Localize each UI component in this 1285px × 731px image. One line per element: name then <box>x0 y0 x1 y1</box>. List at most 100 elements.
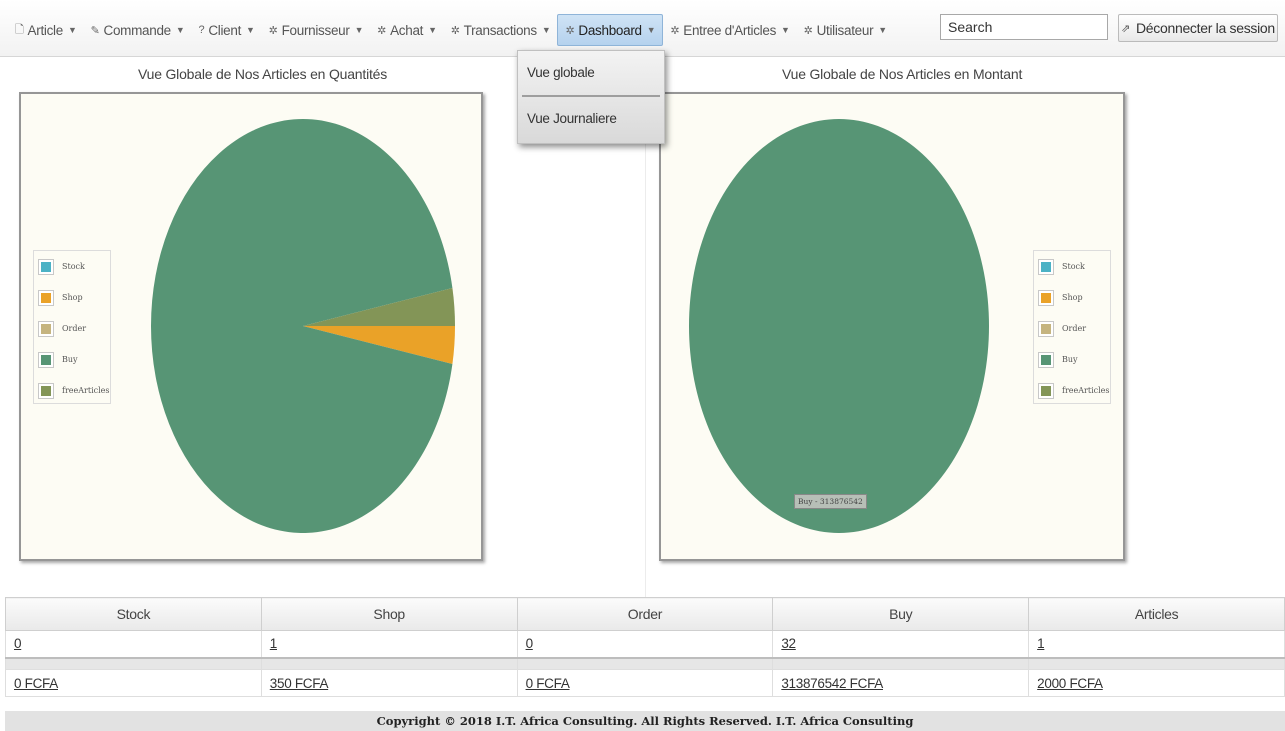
legend-item-order: Order <box>34 313 110 344</box>
legend-swatch <box>1038 289 1054 306</box>
legend-swatch <box>38 382 54 399</box>
right-chart-title: Vue Globale de Nos Articles en Montant <box>782 66 1023 82</box>
table-cell <box>1028 656 1285 670</box>
legend-item-shop: Shop <box>34 282 110 313</box>
quantity-chart-legend: Stock Shop Order Buy freeArticles <box>33 250 111 404</box>
legend-label: Buy <box>62 355 78 364</box>
gear-icon: ✲ <box>565 24 575 37</box>
left-chart-title: Vue Globale de Nos Articles en Quantités <box>138 66 388 82</box>
legend-item-freearticles: freeArticles <box>34 375 110 406</box>
legend-item-shop: Shop <box>1034 282 1110 313</box>
order-amount-link[interactable]: 0 FCFA <box>526 676 570 691</box>
table-cell: 2000 FCFA <box>1028 669 1285 697</box>
legend-label: Order <box>1062 324 1087 333</box>
legend-label: Shop <box>1062 293 1083 302</box>
logout-button[interactable]: ⇗ Déconnecter la session <box>1118 14 1278 42</box>
caret-down-icon: ▼ <box>541 25 551 35</box>
legend-item-order: Order <box>1034 313 1110 344</box>
col-header-shop: Shop <box>260 597 518 631</box>
dropdown-item-vue-journaliere[interactable]: Vue Journaliere <box>518 97 664 141</box>
legend-label: freeArticles <box>1062 386 1110 395</box>
menu-commande[interactable]: ✎ Commande ▼ <box>84 14 192 46</box>
table-cell: 0 <box>516 630 774 658</box>
legend-swatch <box>1038 382 1054 399</box>
table-cell: 0 <box>5 630 262 658</box>
caret-down-icon: ▼ <box>67 25 77 35</box>
order-count-link[interactable]: 0 <box>526 636 534 651</box>
caret-down-icon: ▼ <box>878 25 887 35</box>
gear-icon: ✲ <box>450 24 460 37</box>
quantity-pie-chart: Stock Shop Order Buy freeArticles <box>19 92 483 561</box>
legend-swatch <box>1038 351 1054 368</box>
gear-icon: ✲ <box>377 24 387 37</box>
menu-label: Commande <box>103 22 172 38</box>
dropdown-item-vue-globale[interactable]: Vue globale <box>518 51 664 95</box>
table-cell: 0 FCFA <box>5 669 262 697</box>
caret-down-icon: ▼ <box>354 25 364 35</box>
table-spacer-row <box>5 656 1285 670</box>
legend-swatch <box>38 320 54 337</box>
search-input[interactable] <box>940 14 1108 40</box>
table-cell <box>772 656 1030 670</box>
legend-label: Shop <box>62 293 83 302</box>
col-header-buy: Buy <box>772 597 1030 631</box>
menu-label: Dashboard <box>578 22 642 38</box>
document-icon: 🗋 <box>15 23 24 36</box>
stock-amount-link[interactable]: 0 FCFA <box>14 676 58 691</box>
amount-chart-legend: Stock Shop Order Buy freeArticles <box>1033 250 1111 404</box>
articles-amount-link[interactable]: 2000 FCFA <box>1037 676 1103 691</box>
menu-dashboard[interactable]: ✲ Dashboard ▼ <box>557 14 664 46</box>
table-header-row: Stock Shop Order Buy Articles <box>5 597 1285 631</box>
buy-amount-link[interactable]: 313876542 FCFA <box>781 676 883 691</box>
menu-label: Entree d'Articles <box>683 22 777 38</box>
menu-utilisateur[interactable]: ✲ Utilisateur ▼ <box>797 14 894 46</box>
table-cell: 0 FCFA <box>516 669 774 697</box>
menu-achat[interactable]: ✲ Achat ▼ <box>370 14 444 46</box>
top-navbar: 🗋 Article ▼ ✎ Commande ▼ ? Client ▼ ✲ Fournisse… <box>0 0 1285 57</box>
gear-icon: ✲ <box>803 24 813 37</box>
shop-amount-link[interactable]: 350 FCFA <box>270 676 329 691</box>
menu-client[interactable]: ? Client ▼ <box>192 14 262 46</box>
shop-count-link[interactable]: 1 <box>270 636 278 651</box>
menu-label: Achat <box>390 22 424 38</box>
table-cell: 313876542 FCFA <box>772 669 1030 697</box>
caret-down-icon: ▼ <box>781 25 790 35</box>
menu-article[interactable]: 🗋 Article ▼ <box>8 14 84 46</box>
table-cell <box>516 656 774 670</box>
menu-label: Utilisateur <box>816 22 874 38</box>
legend-swatch <box>38 351 54 368</box>
legend-label: freeArticles <box>62 386 110 395</box>
menu-transactions[interactable]: ✲ Transactions ▼ <box>444 14 558 46</box>
table-cell <box>5 656 262 670</box>
pencil-icon: ✎ <box>90 24 100 37</box>
legend-label: Stock <box>1062 262 1085 271</box>
legend-item-freearticles: freeArticles <box>1034 375 1110 406</box>
legend-item-buy: Buy <box>34 344 110 375</box>
gear-icon: ✲ <box>268 24 278 37</box>
buy-count-link[interactable]: 32 <box>781 636 796 651</box>
dashboard-dropdown-menu: Vue globale Vue Journaliere <box>517 50 665 144</box>
legend-label: Buy <box>1062 355 1078 364</box>
external-link-icon: ⇗ <box>1121 22 1130 35</box>
stock-count-link[interactable]: 0 <box>14 636 22 651</box>
table-row: 0 1 0 32 1 <box>5 630 1285 658</box>
menu-entree-articles[interactable]: ✲ Entree d'Articles ▼ <box>663 14 796 46</box>
table-cell <box>260 656 518 670</box>
question-icon: ? <box>198 24 205 36</box>
amount-pie-chart: Stock Shop Order Buy freeArticles Buy - 3138… <box>659 92 1125 561</box>
menu-fournisseur[interactable]: ✲ Fournisseur ▼ <box>262 14 371 46</box>
legend-label: Order <box>62 324 87 333</box>
col-header-articles: Articles <box>1028 597 1285 631</box>
table-cell: 1 <box>1028 630 1285 658</box>
pie-tooltip: Buy - 313876542 <box>794 494 867 509</box>
legend-swatch <box>1038 320 1054 337</box>
gear-icon: ✲ <box>670 24 680 37</box>
legend-item-stock: Stock <box>34 251 110 282</box>
articles-count-link[interactable]: 1 <box>1037 636 1045 651</box>
legend-item-buy: Buy <box>1034 344 1110 375</box>
menu-label: Client <box>208 22 242 38</box>
caret-down-icon: ▼ <box>428 25 437 35</box>
legend-item-stock: Stock <box>1034 251 1110 282</box>
table-row: 0 FCFA 350 FCFA 0 FCFA 313876542 FCFA 20… <box>5 669 1285 697</box>
menu-label: Article <box>27 22 64 38</box>
